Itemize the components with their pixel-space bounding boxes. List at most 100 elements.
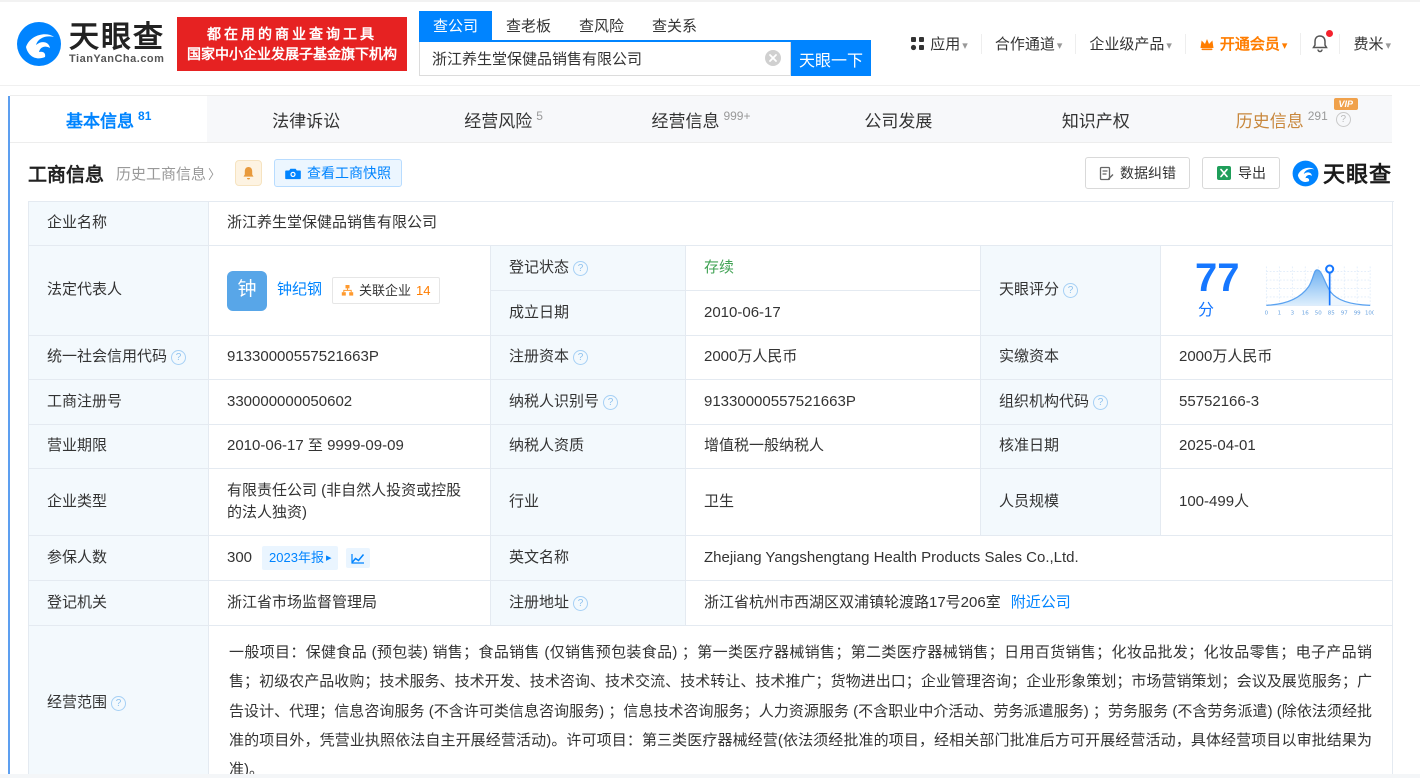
crown-icon <box>1200 38 1214 50</box>
field-label-business-term: 营业期限 <box>29 425 209 469</box>
help-icon[interactable] <box>1063 283 1079 298</box>
nav-apps-label: 应用 <box>930 33 968 54</box>
promo-line2: 国家中小企业发展子基金旗下机构 <box>187 45 397 62</box>
help-icon[interactable] <box>111 695 127 711</box>
field-value-taxpayer-id: 91330000557521663P <box>686 380 981 425</box>
tab-business-info[interactable]: 经营信息 999+ <box>602 96 799 142</box>
field-label-reg-authority: 登记机关 <box>29 581 209 626</box>
apps-grid-icon <box>911 37 925 51</box>
tab-basic-info[interactable]: 基本信息 81 <box>10 96 208 142</box>
field-label-reg-status: 登记状态 <box>491 246 686 291</box>
field-value-paid-capital: 2000万人民币 <box>1161 336 1393 380</box>
logo-text-en: TianYanCha.com <box>69 52 165 65</box>
legal-rep-avatar[interactable]: 钟 <box>227 270 267 311</box>
nearby-companies-link[interactable]: 附近公司 <box>1011 592 1071 615</box>
business-scope-text: 一般项目：保健食品 (预包装) 销售；食品销售 (仅销售预包装食品) ；第一类医… <box>229 644 1372 778</box>
related-companies-badge[interactable]: 关联企业 14 <box>332 276 440 305</box>
field-value-staff-size: 100-499人 <box>1161 469 1393 536</box>
field-value-legal-rep: 钟 钟纪钢 关联企业 14 <box>209 246 491 336</box>
related-companies-label: 关联企业 <box>359 282 412 298</box>
help-icon[interactable] <box>573 350 589 365</box>
nav-apps[interactable]: 应用 <box>897 34 981 54</box>
tab-intellectual-property[interactable]: 知识产权 <box>997 96 1194 142</box>
field-label-reg-address: 注册地址 <box>491 581 686 626</box>
search-tab-relation[interactable]: 查关系 <box>638 11 711 40</box>
subscribe-button[interactable] <box>235 160 263 186</box>
field-value-approval-date: 2025-04-01 <box>1161 425 1393 469</box>
nav-partner[interactable]: 合作通道 <box>980 33 1076 54</box>
watermark-text: 天眼查 <box>1322 162 1392 187</box>
tab-company-development[interactable]: 公司发展 <box>800 96 997 142</box>
field-label-company-name: 企业名称 <box>29 202 209 246</box>
field-label-establish-date: 成立日期 <box>491 291 686 336</box>
help-icon[interactable] <box>573 595 589 611</box>
tab-count: 81 <box>138 109 152 123</box>
field-value-company-name: 浙江养生堂保健品销售有限公司 <box>209 202 1393 246</box>
tab-count: 999+ <box>723 109 751 123</box>
promo-line1: 都在用的商业查询工具 <box>207 25 377 42</box>
score-distribution-chart: 0 1 3 16 50 85 97 99 100 <box>1264 264 1374 316</box>
field-value-reg-status: 存续 <box>686 246 981 291</box>
field-label-reg-capital: 注册资本 <box>491 336 686 380</box>
business-snapshot-button[interactable]: 查看工商快照 <box>274 159 403 187</box>
field-value-taxpayer-quality: 增值税一般纳税人 <box>686 425 981 469</box>
search-tab-risk[interactable]: 查风险 <box>565 11 638 40</box>
field-value-company-type: 有限责任公司 (非自然人投资或控股的法人独资) <box>209 469 491 536</box>
nav-vip[interactable]: 开通会员 <box>1184 33 1301 54</box>
search-input[interactable] <box>432 49 764 67</box>
help-icon[interactable] <box>603 394 619 410</box>
reg-address-label-text: 注册地址 <box>509 593 570 611</box>
nav-user-label: 费米 <box>1353 33 1391 54</box>
field-label-org-code: 组织机构代码 <box>981 380 1161 425</box>
field-value-score: 77分 0 1 3 16 50 85 97 99 100 <box>1161 246 1393 336</box>
tab-legal[interactable]: 法律诉讼 <box>207 96 404 142</box>
tab-operating-risk[interactable]: 经营风险 5 <box>405 96 602 142</box>
svg-text:16: 16 <box>1301 310 1308 316</box>
tab-count: 5 <box>536 109 543 123</box>
history-business-info-link[interactable]: 历史工商信息 <box>116 163 221 184</box>
svg-text:3: 3 <box>1290 310 1294 316</box>
field-label-legal-rep: 法定代表人 <box>29 246 209 336</box>
help-icon[interactable] <box>1335 111 1351 127</box>
svg-text:99: 99 <box>1353 310 1360 316</box>
insured-count-number: 300 <box>227 548 253 566</box>
top-header: 天眼查 TianYanCha.com 都在用的商业查询工具 国家中小企业发展子基… <box>0 0 1420 86</box>
section-header: 工商信息 历史工商信息 查看工商快照 数据纠错 <box>28 157 1392 189</box>
search-tab-company[interactable]: 查公司 <box>419 10 493 40</box>
field-value-org-code: 55752166-3 <box>1161 380 1393 425</box>
score-unit: 分 <box>1198 301 1215 319</box>
data-correction-button[interactable]: 数据纠错 <box>1084 157 1190 189</box>
help-icon[interactable] <box>573 260 589 276</box>
svg-text:97: 97 <box>1340 310 1347 316</box>
search-tab-boss[interactable]: 查老板 <box>492 11 565 40</box>
field-value-reg-number: 330000000050602 <box>209 380 491 425</box>
legal-rep-name-link[interactable]: 钟纪钢 <box>277 279 322 302</box>
export-button[interactable]: 导出 <box>1201 157 1280 189</box>
tianyancha-logo[interactable]: 天眼查 TianYanCha.com <box>16 21 165 67</box>
search-tabs: 查公司 查老板 查风险 查关系 <box>419 10 871 40</box>
svg-text:100: 100 <box>1365 310 1374 316</box>
svg-text:1: 1 <box>1277 310 1280 316</box>
search-box <box>419 41 791 76</box>
score-number: 77 <box>1195 256 1240 301</box>
field-value-industry: 卫生 <box>686 469 981 536</box>
search-button[interactable]: 天眼一下 <box>791 41 871 76</box>
nav-user[interactable]: 费米 <box>1339 33 1404 54</box>
help-icon[interactable] <box>171 350 187 365</box>
nav-enterprise[interactable]: 企业级产品 <box>1075 33 1185 54</box>
svg-text:0: 0 <box>1264 310 1268 316</box>
reg-status-label-text: 登记状态 <box>509 258 570 276</box>
excel-icon <box>1216 166 1231 180</box>
nav-vip-label: 开通会员 <box>1220 33 1288 54</box>
bottom-strip <box>0 774 1420 778</box>
field-label-industry: 行业 <box>491 469 686 536</box>
help-icon[interactable] <box>1093 394 1109 410</box>
watermark-logo: 天眼查 <box>1292 157 1392 189</box>
taxpayer-id-label-text: 纳税人识别号 <box>509 392 600 410</box>
annual-report-tag[interactable]: 2023年报 <box>262 546 339 570</box>
tab-history-info[interactable]: VIP 历史信息 291 <box>1195 96 1392 142</box>
nav-notifications[interactable] <box>1300 29 1339 55</box>
search-area: 查公司 查老板 查风险 查关系 天眼一下 <box>419 10 871 76</box>
trend-chart-icon[interactable] <box>346 548 371 568</box>
clear-search-icon[interactable] <box>764 49 782 67</box>
